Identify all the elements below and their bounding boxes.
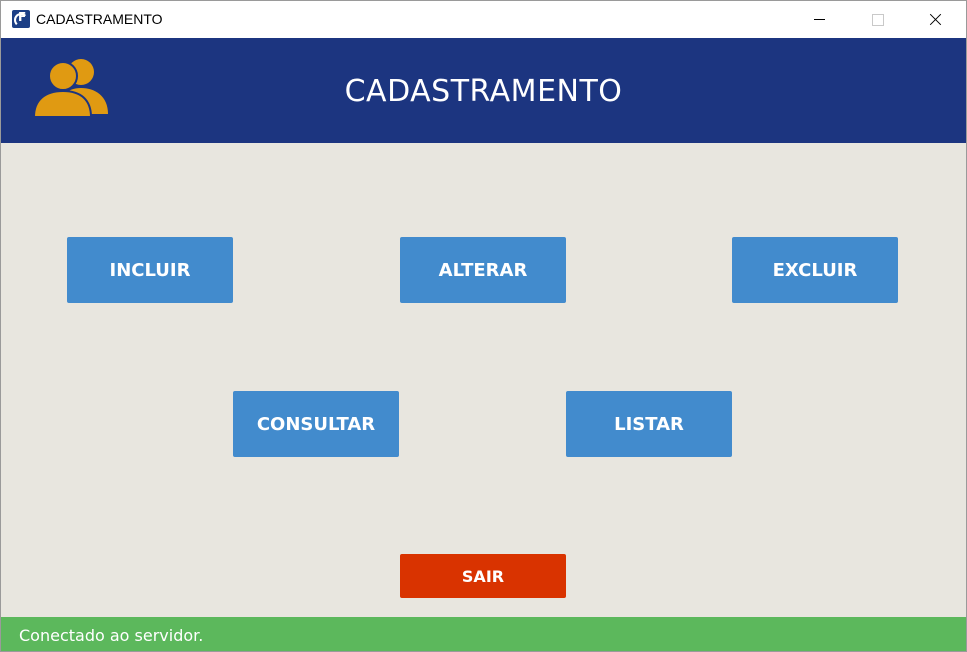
status-text: Conectado ao servidor. <box>19 626 204 645</box>
header-banner: CADASTRAMENTO <box>1 38 966 143</box>
close-icon <box>929 9 943 29</box>
app-icon[interactable]: F <box>12 10 30 28</box>
main-window: F CADASTRAMENTO CADASTRAMENTO INCLUIR AL… <box>0 0 967 652</box>
page-title: CADASTRAMENTO <box>344 74 623 109</box>
incluir-button[interactable]: INCLUIR <box>67 237 233 303</box>
minimize-button[interactable] <box>791 1 849 38</box>
minimize-icon <box>814 19 825 20</box>
listar-button[interactable]: LISTAR <box>566 391 732 457</box>
maximize-button <box>849 1 907 38</box>
alterar-button[interactable]: ALTERAR <box>400 237 566 303</box>
maximize-icon <box>872 14 884 26</box>
status-bar: Conectado ao servidor. <box>1 617 966 651</box>
consultar-button[interactable]: CONSULTAR <box>233 391 399 457</box>
title-bar[interactable]: F CADASTRAMENTO <box>1 1 966 38</box>
sair-button[interactable]: SAIR <box>400 554 566 598</box>
app-icon-letter: F <box>18 10 27 24</box>
excluir-button[interactable]: EXCLUIR <box>732 237 898 303</box>
close-button[interactable] <box>907 1 965 38</box>
window-title: CADASTRAMENTO <box>36 11 163 27</box>
